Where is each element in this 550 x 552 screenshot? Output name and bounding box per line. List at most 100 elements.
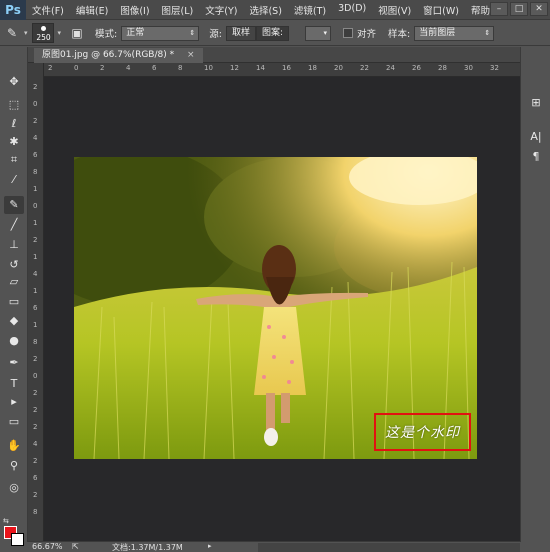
ruler-tick-label: 6: [33, 304, 38, 312]
brush-dropdown-icon[interactable]: ▾: [58, 29, 62, 37]
healing-brush-tool-icon[interactable]: ✎: [4, 196, 24, 214]
ruler-tick-label: 2: [33, 117, 38, 125]
close-button[interactable]: ✕: [530, 2, 548, 16]
path-select-tool-icon[interactable]: ▸: [4, 393, 24, 411]
swap-colors-icon[interactable]: ⇆: [3, 517, 9, 525]
paragraph-panel-icon[interactable]: ¶: [528, 149, 544, 165]
brush-size-value: 250: [36, 33, 51, 42]
clone-stamp-tool-preset-icon[interactable]: ✎: [4, 25, 20, 41]
ruler-tick-label: 0: [74, 64, 79, 72]
blur-tool-icon[interactable]: ◆: [4, 312, 24, 330]
brush-tool-icon[interactable]: ╱: [4, 216, 24, 234]
clone-stamp-tool-icon[interactable]: ⊥: [4, 236, 24, 254]
ruler-tick-label: 10: [204, 64, 213, 72]
crop-tool-icon[interactable]: ⌗: [4, 151, 24, 169]
ruler-tick-label: 2: [33, 406, 38, 414]
sample-label: 样本:: [388, 29, 411, 40]
marquee-tool-icon[interactable]: ⬚: [4, 96, 24, 114]
status-bar: 66.67% ⇱ 文档:1.37M/1.37M ▸: [28, 541, 520, 552]
source-toggle: 取样 图案:: [225, 25, 289, 41]
character-panel-icon[interactable]: A|: [528, 129, 544, 145]
mode-select[interactable]: 正常 ⇕: [121, 25, 200, 41]
brush-size-picker[interactable]: 250: [31, 23, 54, 43]
quick-select-tool-icon[interactable]: ✱: [4, 133, 24, 151]
document-image[interactable]: 这是个水印: [74, 157, 477, 459]
menu-item[interactable]: 图像(I): [114, 3, 155, 17]
source-pattern-button[interactable]: 图案:: [255, 25, 289, 41]
document-tab[interactable]: 原图01.jpg @ 66.7%(RGB/8) * ×: [34, 48, 203, 63]
menu-item[interactable]: 滤镜(T): [288, 3, 332, 17]
brush-tip-icon: [40, 26, 46, 31]
ruler-tick-label: 0: [33, 372, 38, 380]
history-brush-tool-icon[interactable]: ↺: [4, 256, 24, 274]
align-checkbox[interactable]: [343, 28, 353, 38]
mode-caret-icon: ⇕: [189, 28, 196, 37]
tools-panel: ⇆ ✥ ⬚ ℓ ✱ ⌗ ⁄ ✎ ╱ ⊥ ↺ ▱ ▭ ◆ ● ✒ T ▸ ▭ ✋ ⚲ ◎: [0, 47, 28, 546]
menu-item[interactable]: 编辑(E): [70, 3, 114, 17]
menu-item[interactable]: 3D(D): [332, 3, 372, 17]
align-label: 对齐: [357, 29, 377, 40]
eyedropper-tool-icon[interactable]: ⁄: [4, 171, 24, 189]
ruler-tick-label: 8: [178, 64, 183, 72]
quick-mask-icon[interactable]: ◎: [4, 479, 24, 497]
ruler-tick-label: 2: [33, 355, 38, 363]
menu-item[interactable]: 窗口(W): [417, 3, 465, 17]
canvas-area[interactable]: 这是个水印: [44, 77, 520, 541]
ruler-tick-label: 2: [33, 457, 38, 465]
pattern-caret-icon: ▾: [323, 28, 327, 37]
ruler-tick-label: 26: [412, 64, 421, 72]
shape-tool-icon[interactable]: ▭: [4, 413, 24, 431]
pattern-select[interactable]: ▾: [305, 25, 331, 41]
menu-item[interactable]: 文字(Y): [199, 3, 243, 17]
ruler-tick-label: 12: [230, 64, 239, 72]
type-tool-icon[interactable]: T: [4, 375, 24, 393]
lasso-tool-icon[interactable]: ℓ: [4, 115, 24, 133]
ruler-tick-label: 2: [33, 83, 38, 91]
ruler-tick-label: 6: [33, 474, 38, 482]
ruler-tick-label: 16: [282, 64, 291, 72]
zoom-level[interactable]: 66.67%: [32, 542, 63, 551]
close-tab-icon[interactable]: ×: [187, 50, 195, 60]
gradient-tool-icon[interactable]: ▭: [4, 293, 24, 311]
ruler-tick-label: 2: [33, 491, 38, 499]
sample-select[interactable]: 当前图层 ⇕: [414, 25, 495, 41]
restore-button[interactable]: □: [510, 2, 528, 16]
ruler-tick-label: 6: [152, 64, 157, 72]
document-tab-title: 原图01.jpg @ 66.7%(RGB/8) *: [42, 50, 175, 60]
background-color-swatch[interactable]: [11, 533, 24, 546]
watermark-selection-box[interactable]: 这是个水印: [374, 413, 471, 451]
source-sampled-button[interactable]: 取样: [225, 25, 256, 41]
menu-item[interactable]: 选择(S): [243, 3, 287, 17]
menu-item[interactable]: 视图(V): [372, 3, 417, 17]
ruler-tick-label: 14: [256, 64, 265, 72]
photoshop-logo: Ps: [0, 0, 26, 20]
ruler-tick-label: 2: [33, 423, 38, 431]
ruler-tick-label: 4: [33, 440, 38, 448]
sample-caret-icon: ⇕: [484, 28, 491, 37]
ruler-tick-label: 28: [438, 64, 447, 72]
options-bar: ✎ ▾ 250 ▾ ▣ 模式: 正常 ⇕ 源: 取样 图案: ▾ 对齐 样本: …: [0, 21, 550, 46]
brush-panel-toggle-icon[interactable]: ▣: [69, 25, 85, 41]
ruler-tick-label: 4: [33, 270, 38, 278]
ruler-tick-label: 2: [100, 64, 105, 72]
ruler-tick-label: 8: [33, 338, 38, 346]
dodge-tool-icon[interactable]: ●: [4, 332, 24, 350]
hand-tool-icon[interactable]: ✋: [4, 437, 24, 455]
tool-preset-dropdown-icon[interactable]: ▾: [24, 29, 28, 37]
move-tool-icon[interactable]: ✥: [4, 73, 24, 91]
history-panel-icon[interactable]: ⊞: [528, 95, 544, 111]
vertical-ruler[interactable]: 20246810121416182022242628: [28, 63, 44, 541]
minimize-button[interactable]: –: [490, 2, 508, 16]
pen-tool-icon[interactable]: ✒: [4, 354, 24, 372]
status-menu-arrow-icon[interactable]: ▸: [208, 542, 212, 550]
export-icon[interactable]: ⇱: [72, 542, 79, 551]
zoom-tool-icon[interactable]: ⚲: [4, 457, 24, 475]
ruler-tick-label: 8: [33, 508, 38, 516]
menu-item[interactable]: 图层(L): [156, 3, 200, 17]
horizontal-scrollbar[interactable]: [258, 543, 520, 552]
horizontal-ruler[interactable]: 2 0 2 4 6 8 10 12 14 16 18 20 22 24 26 28 30 32: [44, 63, 520, 77]
ruler-tick-label: 1: [33, 219, 38, 227]
menu-item[interactable]: 文件(F): [26, 3, 70, 17]
eraser-tool-icon[interactable]: ▱: [4, 273, 24, 291]
ruler-tick-label: 0: [33, 202, 38, 210]
